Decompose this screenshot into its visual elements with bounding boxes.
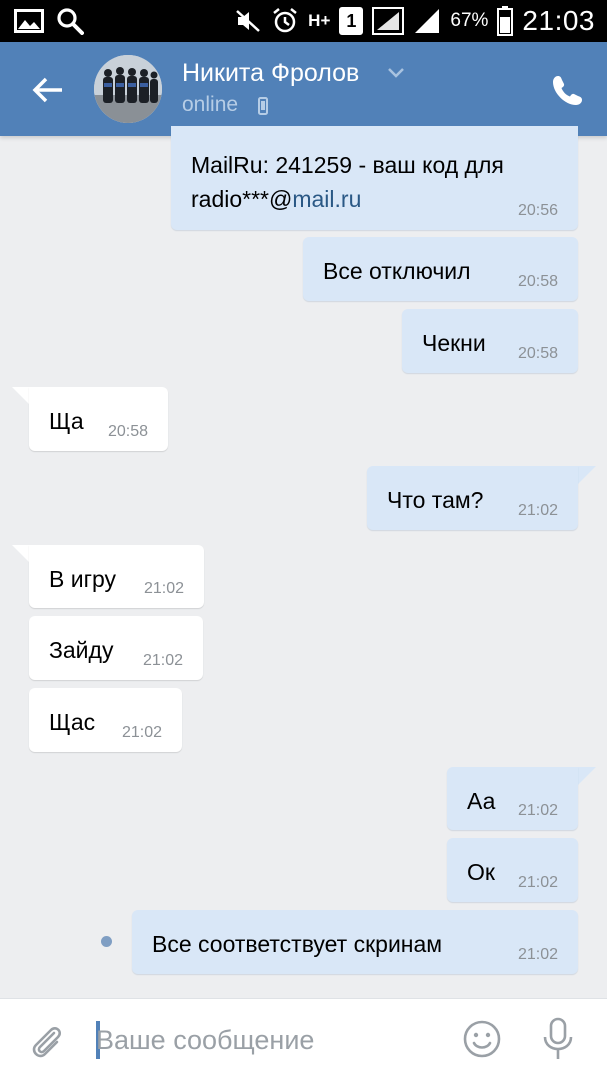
voice-message-button[interactable]	[540, 1017, 576, 1061]
avatar-photo	[94, 55, 162, 123]
message-time: 21:02	[517, 946, 558, 963]
email-link[interactable]: mail.ru	[292, 186, 361, 212]
message-text: Ок	[467, 859, 495, 885]
gallery-icon	[14, 9, 44, 33]
chevron-down-icon[interactable]	[386, 66, 406, 80]
message-time: 21:02	[517, 802, 558, 819]
chat-header: Никита Фролов online	[0, 42, 607, 136]
message-bubble-outgoing[interactable]: MailRu: 241259 - ваш код для radio***@ma…	[171, 126, 578, 230]
message-text: Все отключил	[323, 258, 471, 284]
message-time: 20:58	[107, 423, 148, 440]
message-bubble-incoming[interactable]: Щас 21:02	[29, 688, 182, 752]
message-time: 20:58	[517, 345, 558, 362]
status-bar: H+ 1 67% 21:03	[0, 0, 607, 42]
message-time: 21:02	[517, 502, 558, 519]
back-button[interactable]	[22, 68, 66, 112]
message-time: 21:02	[517, 874, 558, 891]
mute-icon	[236, 10, 261, 32]
message-bubble-outgoing[interactable]: Все соответствует скринам 21:02	[132, 910, 578, 974]
message-time: 21:02	[142, 652, 183, 669]
smile-icon	[463, 1020, 501, 1058]
signal-bars-icon	[415, 9, 440, 33]
message-time: 20:56	[517, 202, 558, 219]
message-time: 21:02	[143, 580, 184, 597]
emoji-button[interactable]	[462, 1019, 502, 1059]
message-time: 20:58	[517, 273, 558, 290]
message-bubble-outgoing[interactable]: Чекни 20:58	[402, 309, 578, 373]
avatar[interactable]	[94, 55, 162, 123]
message-text: Чекни	[422, 330, 486, 356]
message-input[interactable]: Ваше сообщение	[96, 1017, 446, 1063]
phone-icon	[553, 76, 582, 105]
signal-icon	[372, 7, 405, 35]
contact-status: online	[182, 93, 239, 116]
message-bubble-outgoing[interactable]: Что там? 21:02	[367, 466, 578, 530]
search-icon	[57, 8, 84, 35]
message-text: В игру	[49, 566, 117, 592]
contact-name[interactable]: Никита Фролов	[182, 59, 359, 88]
mobile-device-icon	[258, 97, 268, 115]
message-composer: Ваше сообщение	[0, 998, 607, 1081]
message-bubble-incoming[interactable]: Ща 20:58	[29, 387, 168, 451]
message-time: 21:02	[121, 724, 162, 741]
attach-button[interactable]	[26, 1021, 66, 1061]
message-text: Зайду	[49, 637, 114, 663]
message-text: Что там?	[387, 487, 484, 513]
clock: 21:03	[522, 5, 595, 36]
message-text: Аа	[467, 788, 496, 814]
sim-indicator: 1	[339, 7, 364, 35]
message-text: Щас	[49, 709, 96, 735]
message-bubble-outgoing[interactable]: Аа 21:02	[447, 767, 578, 830]
message-bubble-outgoing[interactable]: Ок 21:02	[447, 838, 578, 902]
message-text: MailRu: 241259 - ваш код для radio***@ma…	[191, 152, 504, 212]
battery-percent: 67%	[450, 10, 489, 31]
battery-icon	[497, 6, 514, 36]
microphone-icon	[543, 1017, 573, 1059]
alarm-icon	[273, 8, 297, 33]
message-bubble-outgoing[interactable]: Все отключил 20:58	[303, 237, 578, 301]
message-bubble-incoming[interactable]: В игру 21:02	[29, 545, 204, 608]
call-button[interactable]	[548, 70, 588, 110]
message-bubble-incoming[interactable]: Зайду 21:02	[29, 616, 203, 680]
network-type: H+	[308, 11, 331, 30]
paperclip-icon	[32, 1027, 61, 1058]
unread-indicator	[101, 936, 112, 947]
message-text: Все соответствует скринам	[152, 931, 443, 957]
arrow-left-icon	[32, 77, 62, 103]
message-text: Ща	[49, 408, 84, 434]
